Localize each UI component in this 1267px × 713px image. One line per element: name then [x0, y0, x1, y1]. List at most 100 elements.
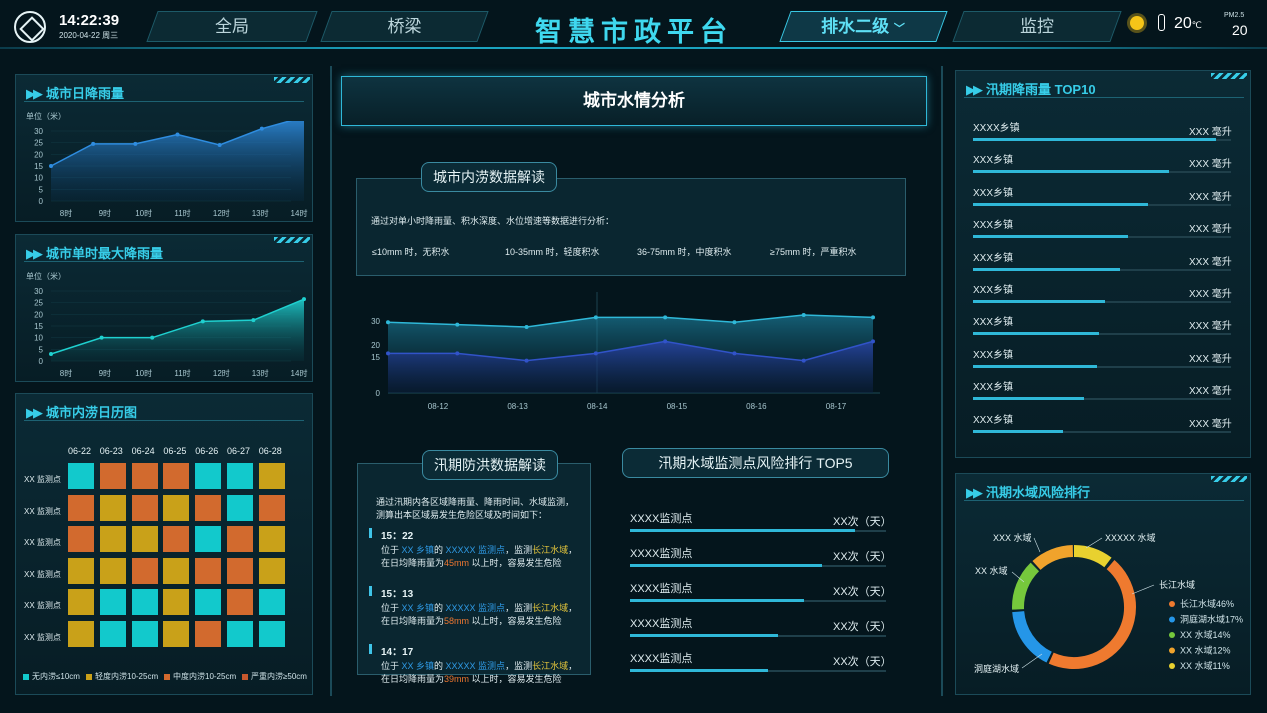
event-line-2: 在日均降雨量为45mm 以上时，容易发生危险 — [381, 558, 562, 568]
y-tick-label: 0 — [39, 197, 44, 206]
calendar-cell[interactable] — [131, 463, 158, 489]
level-4: ≥75mm 时，严重积水 — [770, 247, 857, 257]
data-point — [150, 335, 155, 340]
legend-swatch — [242, 673, 248, 680]
calendar-cell[interactable] — [163, 526, 190, 552]
risk-bar — [630, 634, 779, 637]
tab-drainage-dropdown[interactable]: 排水二级 ﹀ — [779, 11, 948, 42]
x-tick-label: 08-13 — [507, 402, 528, 411]
x-tick-label: 14时 — [291, 368, 308, 378]
data-point — [49, 352, 53, 356]
panel-title: ▶▶ 城市单时最大降雨量 — [26, 246, 164, 261]
risk-item-value: XX次（天） — [833, 551, 892, 563]
flood-tag: 汛期防洪数据解读 — [422, 450, 558, 480]
calendar-cell[interactable] — [163, 463, 190, 489]
top10-item-name: XXX乡镇 — [973, 187, 1014, 199]
x-tick-label: 08-17 — [826, 402, 847, 411]
top10-item-value: XXX 毫升 — [1189, 353, 1232, 365]
data-point — [524, 358, 529, 363]
top10-bar — [973, 138, 1216, 141]
top10-bar — [973, 202, 1149, 206]
level-3: 36-75mm 时，中度积水 — [637, 247, 732, 257]
calendar-cell[interactable] — [258, 589, 285, 615]
calendar-cell[interactable] — [195, 557, 222, 584]
data-point — [871, 315, 875, 320]
pie-slice — [1048, 560, 1136, 669]
x-tick-label: 11时 — [174, 368, 190, 378]
tab-monitor[interactable]: 监控 — [952, 11, 1122, 42]
calendar-cell[interactable] — [131, 620, 158, 647]
calendar-cell[interactable] — [258, 526, 285, 552]
calendar-cell[interactable] — [258, 620, 285, 647]
risk-item-name: XXXX监测点 — [630, 653, 693, 665]
x-tick-label: 10时 — [135, 368, 152, 378]
calendar-cell[interactable] — [258, 494, 285, 521]
calendar-cell[interactable] — [227, 526, 253, 552]
calendar-cell[interactable] — [227, 463, 253, 489]
x-tick-label: 9时 — [99, 208, 111, 218]
data-point — [732, 351, 737, 356]
risk-item-value: XX次（天） — [833, 516, 892, 528]
calendar-cell[interactable] — [68, 526, 94, 552]
calendar-cell[interactable] — [99, 526, 126, 552]
calendar-cell[interactable] — [68, 494, 94, 521]
calendar-cell[interactable] — [163, 620, 190, 647]
data-point — [593, 315, 598, 320]
calendar-cell[interactable] — [99, 589, 126, 615]
calendar-cell[interactable] — [163, 494, 190, 521]
calendar-day-label: 06-23 — [99, 446, 123, 456]
calendar-cell[interactable] — [99, 557, 126, 584]
calendar-cell[interactable] — [163, 589, 190, 615]
calendar-cell[interactable] — [99, 620, 126, 647]
calendar-cell[interactable] — [227, 557, 253, 584]
top10-item-name: XXX乡镇 — [973, 349, 1014, 361]
calendar-cell[interactable] — [131, 494, 158, 521]
calendar-cell[interactable] — [195, 589, 222, 615]
data-point — [455, 351, 460, 356]
pie-label: 长江水域 — [1159, 579, 1195, 590]
center-title-bar: 城市水情分析 — [341, 76, 927, 126]
panel-rain-daily: ▶▶ 城市日降雨量 单位（米） 30 25 20 15 10 5 0 8时 9时 10时 11时 12时… — [15, 74, 313, 222]
data-point — [217, 143, 222, 147]
pie-legend-label: XX 水域11% — [1180, 660, 1230, 671]
y-tick-label: 20 — [371, 341, 380, 350]
x-tick-label: 12时 — [213, 368, 230, 378]
event-bullet — [369, 586, 372, 596]
data-point — [49, 164, 53, 168]
calendar-cell[interactable] — [131, 589, 158, 615]
calendar-cell[interactable] — [68, 589, 94, 615]
calendar-cell[interactable] — [195, 526, 222, 552]
calendar-cell[interactable] — [227, 589, 253, 615]
x-tick-label: 08-12 — [428, 402, 449, 411]
top10-item-value: XXX 毫升 — [1189, 418, 1232, 430]
calendar-cell[interactable] — [195, 463, 222, 489]
calendar-cell[interactable] — [99, 463, 126, 489]
chevron-down-icon: ﹀ — [893, 23, 905, 35]
event-time: 15：13 — [381, 589, 414, 600]
tab-overall[interactable]: 全局 — [146, 11, 318, 42]
calendar-cell[interactable] — [68, 620, 94, 647]
calendar-cell[interactable] — [68, 557, 94, 584]
water-level-chart: 30 20 15 0 08-12 08-13 08-14 08-15 08-16 08-17 — [371, 292, 880, 411]
logo — [14, 11, 46, 43]
tab-bridge[interactable]: 桥梁 — [320, 11, 489, 42]
calendar-cell[interactable] — [131, 526, 158, 552]
calendar-cell[interactable] — [258, 463, 285, 489]
analysis-text: 通过对单小时降雨量、积水深度、水位增速等数据进行分析： — [371, 216, 615, 226]
calendar-cell[interactable] — [227, 494, 253, 521]
calendar-cell[interactable] — [99, 494, 126, 521]
calendar-cell[interactable] — [163, 557, 190, 584]
risk-bar — [630, 599, 805, 602]
calendar-cell[interactable] — [227, 620, 253, 647]
calendar-legend-item: 无内涝≤10cm — [23, 671, 80, 682]
calendar-cell[interactable] — [68, 463, 94, 489]
data-point — [259, 126, 264, 131]
calendar-cell[interactable] — [195, 494, 222, 521]
calendar-cell[interactable] — [195, 620, 222, 647]
top10-item-name: XXX乡镇 — [973, 220, 1014, 232]
pie-slice — [1032, 545, 1074, 571]
calendar-cell[interactable] — [131, 557, 158, 584]
calendar-day-label: 06-27 — [227, 446, 251, 456]
calendar-cell[interactable] — [258, 557, 285, 584]
y-tick-label: 30 — [371, 317, 380, 326]
